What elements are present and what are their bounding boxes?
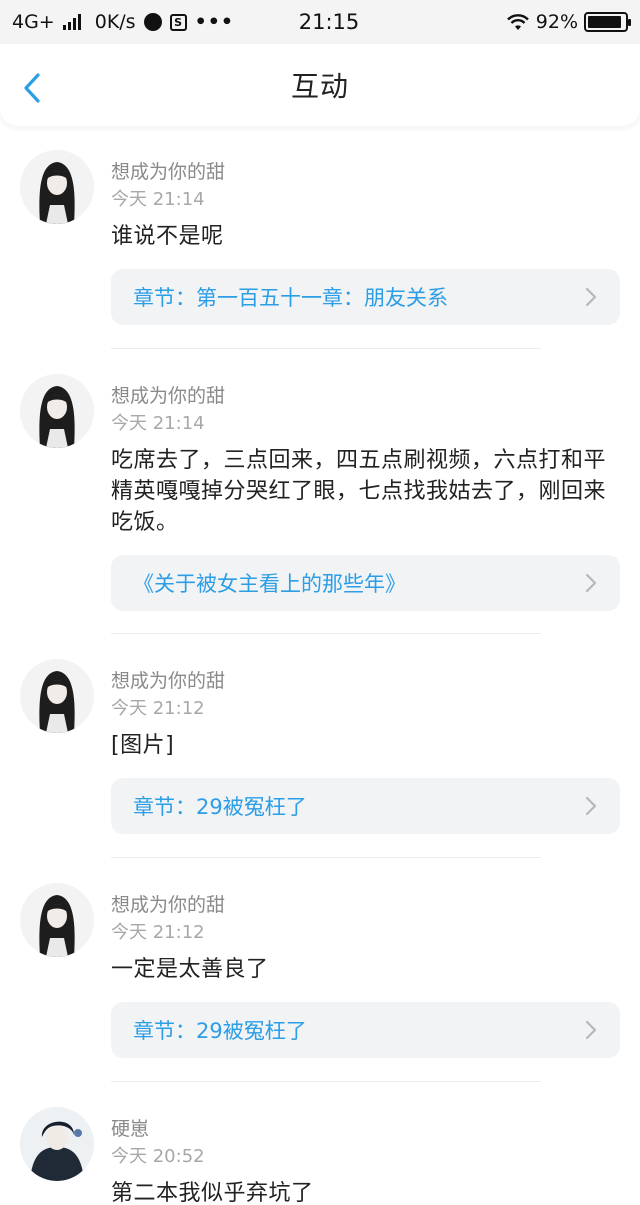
timestamp: 今天 21:12 — [111, 698, 205, 719]
wifi-icon — [506, 14, 529, 30]
comment-text: 谁说不是呢 — [111, 224, 224, 249]
chevron-left-icon[interactable] — [20, 72, 48, 104]
user-name[interactable]: 想成为你的甜 — [111, 668, 620, 694]
s-app-icon: S — [169, 13, 187, 31]
user-name[interactable]: 想成为你的甜 — [111, 383, 620, 409]
status-time: 21:15 — [298, 10, 360, 34]
timestamp: 今天 21:14 — [111, 413, 205, 434]
nav-bar: 互动 — [0, 44, 640, 126]
item-body: 想成为你的甜 今天 21:14 吃席去了，三点回来，四五点刷视频，六点打和平精英… — [111, 383, 620, 611]
chapter-link[interactable]: 章节：29被冤枉了 — [111, 1002, 620, 1058]
divider — [111, 348, 541, 349]
list-item: 想成为你的甜 今天 21:14 吃席去了，三点回来，四五点刷视频，六点打和平精英… — [0, 350, 640, 635]
list-item: 硬崽 今天 20:52 第二本我似乎弃坑了 — [0, 1083, 640, 1205]
signal-icon — [62, 14, 81, 30]
chevron-right-icon — [585, 796, 597, 816]
item-body: 想成为你的甜 今天 21:12 [图片] 章节：29被冤枉了 — [111, 668, 620, 834]
battery-percent: 92% — [535, 11, 578, 33]
divider — [111, 1081, 541, 1082]
avatar[interactable] — [20, 1107, 94, 1181]
page-title: 互动 — [290, 70, 349, 103]
item-body: 想成为你的甜 今天 21:12 一定是太善良了 章节：29被冤枉了 — [111, 892, 620, 1058]
chevron-right-icon — [585, 573, 597, 593]
timestamp: 今天 21:12 — [111, 922, 205, 943]
book-link[interactable]: 《关于被女主看上的那些年》 — [111, 555, 620, 611]
divider — [111, 857, 541, 858]
book-link-label: 《关于被女主看上的那些年》 — [133, 572, 406, 596]
circle-app-icon — [143, 13, 162, 31]
interaction-list[interactable]: 想成为你的甜 今天 21:14 谁说不是呢 章节：第一百五十一章：朋友关系 想成… — [0, 126, 640, 1205]
user-name[interactable]: 想成为你的甜 — [111, 159, 620, 185]
chevron-right-icon — [585, 1020, 597, 1040]
comment-text: 吃席去了，三点回来，四五点刷视频，六点打和平精英嘎嘎掉分哭红了眼，七点找我姑去了… — [111, 448, 607, 535]
avatar[interactable] — [20, 374, 94, 448]
user-name[interactable]: 硬崽 — [111, 1116, 620, 1142]
timestamp: 今天 20:52 — [111, 1146, 205, 1167]
battery-fill — [588, 16, 622, 28]
timestamp: 今天 21:14 — [111, 189, 205, 210]
chapter-link[interactable]: 章节：第一百五十一章：朋友关系 — [111, 269, 620, 325]
avatar[interactable] — [20, 150, 94, 224]
status-right: 92% — [388, 11, 631, 33]
list-item: 想成为你的甜 今天 21:14 谁说不是呢 章节：第一百五十一章：朋友关系 — [0, 126, 640, 350]
chapter-link-label: 章节：29被冤枉了 — [133, 1019, 307, 1043]
avatar[interactable] — [20, 883, 94, 957]
network-speed: 0K/s — [94, 11, 136, 33]
comment-text: [图片] — [111, 733, 175, 758]
status-bar: 4G+ 0K/s S ••• 21:15 92% — [0, 0, 640, 44]
list-item: 想成为你的甜 今天 21:12 一定是太善良了 章节：29被冤枉了 — [0, 859, 640, 1083]
more-dots-icon: ••• — [194, 11, 235, 33]
comment-text: 第二本我似乎弃坑了 — [111, 1181, 314, 1205]
user-name[interactable]: 想成为你的甜 — [111, 892, 620, 918]
chapter-link[interactable]: 章节：29被冤枉了 — [111, 778, 620, 834]
avatar[interactable] — [20, 659, 94, 733]
chapter-link-label: 章节：29被冤枉了 — [133, 795, 307, 819]
list-item: 想成为你的甜 今天 21:12 [图片] 章节：29被冤枉了 — [0, 635, 640, 859]
comment-text: 一定是太善良了 — [111, 957, 269, 982]
chapter-link-label: 章节：第一百五十一章：朋友关系 — [133, 286, 448, 310]
status-left: 4G+ 0K/s S ••• — [12, 11, 252, 33]
battery-icon — [584, 12, 631, 32]
chevron-right-icon — [585, 287, 597, 307]
item-body: 硬崽 今天 20:52 第二本我似乎弃坑了 — [111, 1116, 620, 1205]
network-type: 4G+ — [12, 11, 55, 33]
divider — [111, 633, 541, 634]
item-body: 想成为你的甜 今天 21:14 谁说不是呢 章节：第一百五十一章：朋友关系 — [111, 159, 620, 325]
